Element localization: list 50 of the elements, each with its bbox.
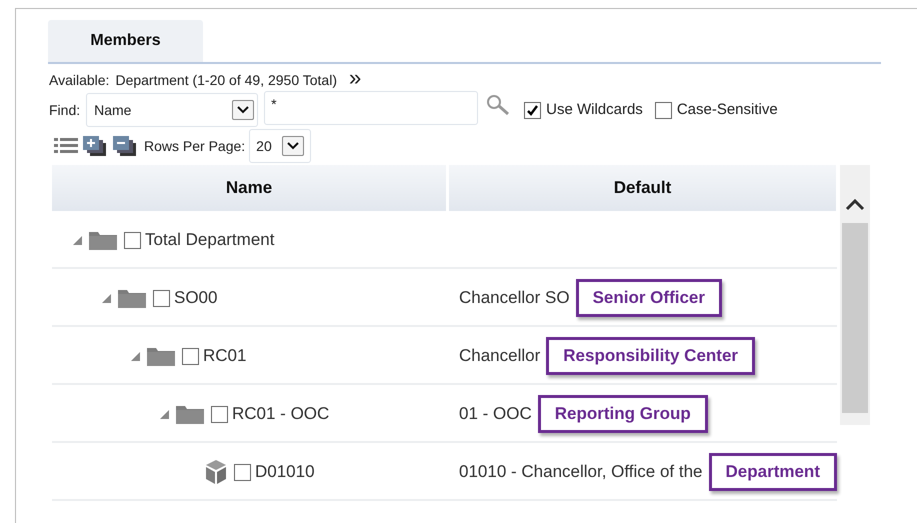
default-value: Chancellor SO xyxy=(459,287,570,310)
column-header[interactable]: Name xyxy=(52,165,446,211)
search-field[interactable]: * xyxy=(264,91,478,125)
find-label: Find: xyxy=(49,100,80,120)
member-name[interactable]: SO00 xyxy=(174,285,218,311)
rows-per-page-select[interactable]: 20 xyxy=(249,129,311,163)
row-checkbox[interactable] xyxy=(182,348,199,364)
available-count: Department (1-20 of 49, 2950 Total) xyxy=(115,71,337,90)
folder-icon xyxy=(146,346,176,366)
cube-icon xyxy=(204,459,228,485)
available-label: Available: xyxy=(49,71,110,90)
collapse-all-icon[interactable] xyxy=(112,135,138,157)
checkbox[interactable] xyxy=(524,102,542,118)
list-icon[interactable] xyxy=(54,137,78,155)
member-name[interactable]: RC01 xyxy=(203,343,246,369)
dropdown-caret-icon[interactable] xyxy=(282,136,304,156)
scrollbar-thumb[interactable] xyxy=(842,223,868,413)
default-value: 01 - OOC xyxy=(459,403,532,426)
expand-toggle-icon[interactable] xyxy=(72,235,82,245)
column-header[interactable]: Default xyxy=(449,165,836,211)
annotation-callout: Senior Officer xyxy=(576,279,722,317)
expand-toggle-icon[interactable] xyxy=(159,409,169,419)
expand-toggle-icon[interactable] xyxy=(130,351,140,361)
default-value: 01010 - Chancellor, Office of the xyxy=(459,461,703,484)
scroll-up-icon[interactable] xyxy=(845,197,865,211)
annotation-callout: Department xyxy=(708,453,837,491)
checkbox[interactable] xyxy=(654,102,672,118)
row-checkbox[interactable] xyxy=(153,290,170,306)
scrollbar[interactable] xyxy=(840,165,870,425)
rows-per-page-label: Rows Per Page: xyxy=(144,136,246,156)
member-name[interactable]: D01010 xyxy=(255,459,315,485)
row-checkbox[interactable] xyxy=(124,232,141,248)
annotation-callout: Responsibility Center xyxy=(546,337,756,375)
members-tab[interactable]: Members xyxy=(48,20,203,62)
expand-toggle-icon[interactable] xyxy=(101,293,111,303)
row-checkbox[interactable] xyxy=(234,464,251,480)
checkbox-label[interactable]: Use Wildcards xyxy=(546,98,643,122)
find-field-select[interactable]: Name xyxy=(86,93,258,127)
row-checkbox[interactable] xyxy=(211,406,228,422)
annotation-callout: Reporting Group xyxy=(538,395,708,433)
folder-icon xyxy=(175,404,205,424)
folder-icon xyxy=(88,230,118,250)
member-name[interactable]: Total Department xyxy=(145,227,274,253)
expand-all-icon[interactable] xyxy=(82,135,108,157)
dropdown-caret-icon[interactable] xyxy=(232,100,254,120)
checkbox-label[interactable]: Case-Sensitive xyxy=(676,98,778,122)
member-name[interactable]: RC01 - OOC xyxy=(232,401,330,427)
folder-icon xyxy=(117,288,147,308)
expand-panel-button[interactable]: » xyxy=(349,66,362,88)
default-value: Chancellor xyxy=(459,345,540,368)
